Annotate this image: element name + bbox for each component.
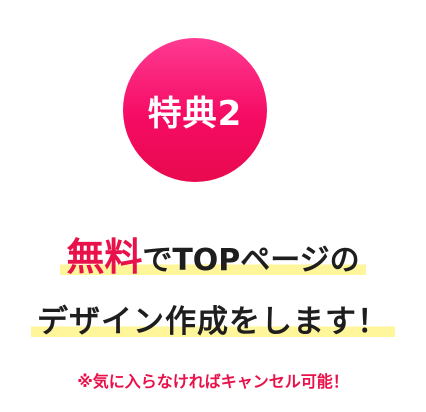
- cancellation-note: ※気に入らなければキャンセル可能！: [77, 372, 349, 391]
- bonus-badge: 特典2: [123, 38, 267, 182]
- headline-line-2: デザイン作成をします！: [0, 296, 426, 342]
- headline-highlight-1: 無料でTOPページの: [60, 235, 366, 279]
- free-emphasis: 無料: [66, 235, 143, 279]
- bonus-badge-label: 特典2: [147, 93, 243, 134]
- headline-line-2-text: デザイン作成をします！: [31, 304, 395, 340]
- headline-line-1: 無料でTOPページの: [0, 226, 426, 280]
- headline-line-1-text: でTOPページの: [142, 243, 360, 278]
